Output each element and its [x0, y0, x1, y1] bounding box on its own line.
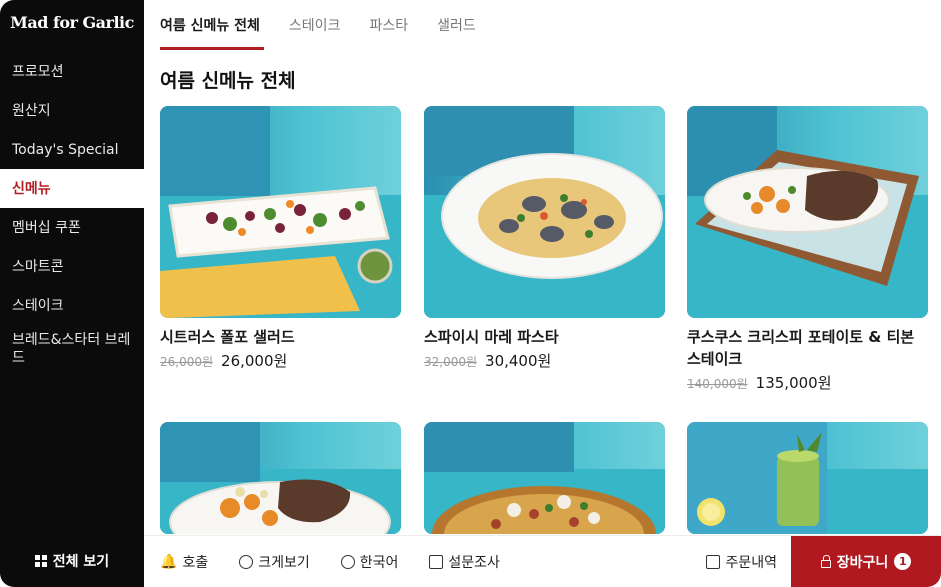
sidebar-item-label: 브레드&스타터 브레드 [12, 332, 131, 366]
product-image [424, 106, 665, 318]
tab-salad[interactable]: 샐러드 [437, 0, 476, 50]
product-image [160, 422, 401, 534]
tab-label: 스테이크 [288, 18, 341, 34]
survey-button[interactable]: 설문조사 [429, 552, 500, 572]
sidebar-item-label: 스테이크 [12, 297, 64, 314]
section-title: 여름 신메뉴 전체 [160, 70, 296, 92]
clipboard-icon [429, 554, 444, 569]
price-row: 140,000원 135,000원 [687, 372, 928, 393]
sale-price: 26,000원 [221, 352, 288, 370]
price-row: 32,000원 30,400원 [424, 350, 665, 371]
product-image [160, 106, 401, 318]
order-history-button[interactable]: 주문내역 [706, 552, 777, 572]
language-button[interactable]: 한국어 [340, 552, 399, 572]
call-label: 호출 [182, 554, 209, 571]
brand-logo[interactable]: Mad for Garlic [0, 6, 144, 38]
product-image [687, 422, 928, 534]
sidebar-item-label: Today's Special [12, 141, 119, 158]
sidebar-item-new-menu[interactable]: 신메뉴 [0, 169, 144, 208]
app-window: Mad for Garlic 프로모션 원산지 Today's Special … [0, 0, 941, 587]
cart-count-badge: 1 [894, 553, 912, 570]
sidebar-item-label: 프로모션 [12, 63, 64, 80]
survey-label: 설문조사 [448, 554, 500, 571]
cart-icon [820, 554, 831, 568]
sidebar-item-origin[interactable]: 원산지 [0, 91, 144, 130]
sidebar-item-bread-starter[interactable]: 브레드&스타터 브레드 [0, 325, 144, 373]
sidebar-item-label: 신메뉴 [12, 180, 51, 197]
product-name: 쿠스쿠스 크리스피 포테이토 & 티본 스테이크 [687, 328, 915, 368]
zoom-button[interactable]: 크게보기 [239, 552, 310, 572]
original-price: 26,000원 [160, 355, 214, 369]
tab-pasta[interactable]: 파스타 [369, 0, 408, 50]
receipt-icon [706, 554, 721, 569]
product-card[interactable]: 쿠스쿠스 크리스피 포테이토 & 티본 스테이크 140,000원 135,00… [687, 106, 928, 393]
sidebar-item-label: 원산지 [12, 102, 51, 119]
category-tabs: 여름 신메뉴 전체 스테이크 파스타 샐러드 [144, 0, 941, 50]
grid-icon [34, 555, 47, 567]
product-card[interactable]: 스파이시 마레 파스타 32,000원 30,400원 [424, 106, 665, 371]
product-image [424, 422, 665, 534]
product-card[interactable] [687, 422, 928, 534]
tab-steak[interactable]: 스테이크 [289, 0, 341, 50]
bottom-bar: 🔔 호출 크게보기 한국어 설문조사 주문내역 장바구니 1 [144, 535, 941, 587]
tab-label: 샐러드 [437, 18, 476, 34]
brand-logo-text: Mad for Garlic [10, 12, 134, 32]
bell-icon: 🔔 [160, 553, 178, 570]
original-price: 140,000원 [687, 377, 748, 391]
price-row: 26,000원 26,000원 [160, 350, 401, 371]
sidebar-item-smartcon[interactable]: 스마트콘 [0, 247, 144, 286]
tab-summer-all[interactable]: 여름 신메뉴 전체 [160, 0, 264, 50]
tab-label: 파스타 [369, 18, 409, 34]
zoom-in-icon [239, 554, 254, 569]
product-card[interactable]: 시트러스 폴포 샐러드 26,000원 26,000원 [160, 106, 401, 371]
sidebar-item-todays-special[interactable]: Today's Special [0, 130, 144, 169]
sale-price: 30,400원 [485, 352, 552, 370]
sidebar-item-steak[interactable]: 스테이크 [0, 286, 144, 325]
zoom-label: 크게보기 [258, 554, 310, 571]
language-label: 한국어 [359, 554, 399, 571]
sidebar-item-label: 멤버십 쿠폰 [12, 219, 81, 236]
view-all-label: 전체 보기 [52, 554, 110, 570]
sale-price: 135,000원 [755, 374, 832, 392]
sidebar-item-label: 스마트콘 [12, 258, 64, 275]
call-button[interactable]: 🔔 호출 [160, 552, 208, 572]
order-history-label: 주문내역 [725, 554, 777, 571]
original-price: 32,000원 [424, 355, 478, 369]
globe-icon [340, 554, 355, 569]
product-card[interactable] [160, 422, 401, 534]
sidebar: Mad for Garlic 프로모션 원산지 Today's Special … [0, 0, 144, 587]
sidebar-item-membership-coupon[interactable]: 멤버십 쿠폰 [0, 208, 144, 247]
tab-label: 여름 신메뉴 전체 [160, 18, 260, 34]
view-all-button[interactable]: 전체 보기 [0, 535, 144, 587]
product-name: 시트러스 폴포 샐러드 [160, 328, 295, 346]
cart-label: 장바구니 [836, 554, 889, 571]
product-image [687, 106, 928, 318]
product-name: 스파이시 마레 파스타 [424, 328, 559, 346]
sidebar-menu: 프로모션 원산지 Today's Special 신메뉴 멤버십 쿠폰 스마트콘… [0, 52, 144, 373]
product-card[interactable] [424, 422, 665, 534]
sidebar-item-promotion[interactable]: 프로모션 [0, 52, 144, 91]
cart-button[interactable]: 장바구니 1 [791, 535, 941, 587]
